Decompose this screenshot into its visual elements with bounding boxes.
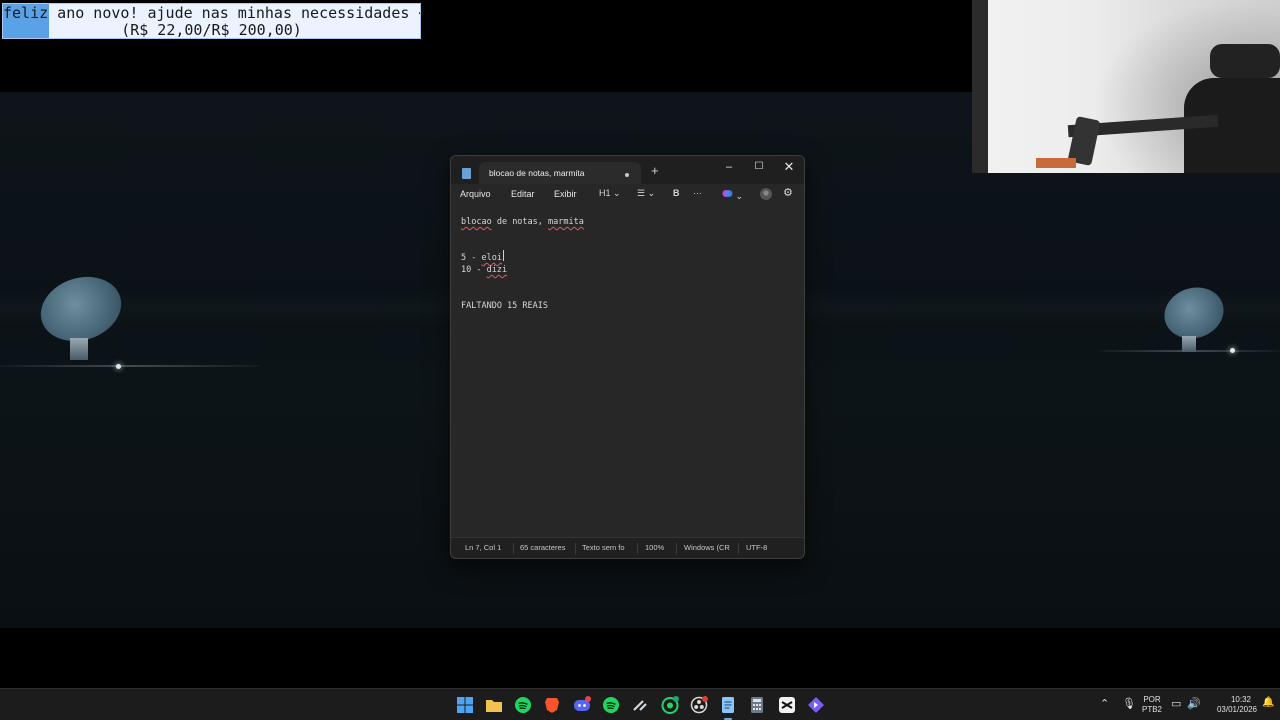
- editor-line-4: 5 - eloi: [461, 253, 502, 263]
- editor-line-1: blocao de notas, marmita: [461, 217, 584, 227]
- obs-icon[interactable]: [690, 696, 708, 714]
- keyboard-layout: PTB2: [1141, 705, 1162, 714]
- microphone-icon[interactable]: 🎙: [1122, 697, 1136, 710]
- clock[interactable]: 10:32 03/01/2026: [1205, 695, 1257, 715]
- status-bar: Ln 7, Col 1 65 caracteres Texto sem fo 1…: [451, 537, 804, 558]
- file-explorer-icon[interactable]: [485, 696, 503, 714]
- spotify-icon-2[interactable]: [602, 696, 620, 714]
- menu-edit[interactable]: Editar: [511, 189, 535, 199]
- notepad-icon[interactable]: [719, 696, 737, 714]
- status-position[interactable]: Ln 7, Col 1: [465, 543, 501, 552]
- chevron-down-icon: ⌄: [613, 188, 621, 198]
- editor-line-8: FALTANDO 15 REAIS: [461, 301, 548, 311]
- list-icon: ☰: [637, 188, 646, 198]
- status-zoom[interactable]: 100%: [645, 543, 664, 552]
- status-char-count: 65 caracteres: [520, 543, 566, 552]
- account-avatar[interactable]: [760, 188, 772, 202]
- menu-file[interactable]: Arquivo: [460, 189, 491, 199]
- taskbar: ⌃ 🎙 POR PTB2 ▭ 🔊 10:32 03/01/2026 🔔: [0, 688, 1280, 720]
- avatar-icon: [760, 188, 772, 200]
- status-encoding[interactable]: UTF-8: [746, 543, 767, 552]
- settings-gear-icon[interactable]: ⚙: [783, 186, 793, 199]
- volume-icon[interactable]: 🔊: [1187, 697, 1201, 710]
- status-format[interactable]: Texto sem fo: [582, 543, 625, 552]
- bold-button[interactable]: B: [673, 188, 680, 198]
- desktop: feliz ano novo! ajude nas minhas necessi…: [0, 0, 1280, 720]
- list-dropdown[interactable]: ☰ ⌄: [637, 188, 655, 199]
- brave-browser-icon[interactable]: [543, 696, 561, 714]
- more-options-button[interactable]: ···: [693, 188, 702, 198]
- calculator-icon[interactable]: [748, 696, 766, 714]
- text-editor[interactable]: blocao de notas, marmita 5 - eloi 10 - d…: [451, 208, 804, 533]
- capcut-icon[interactable]: [778, 696, 796, 714]
- notification-bell-icon[interactable]: 🔔: [1262, 697, 1274, 708]
- chevron-down-icon: ⌄: [647, 188, 656, 198]
- new-tab-button[interactable]: +: [651, 164, 659, 178]
- unsaved-dot-icon[interactable]: [625, 173, 629, 177]
- donation-goal-banner: feliz ano novo! ajude nas minhas necessi…: [2, 3, 421, 39]
- chevron-up-icon[interactable]: ⌃: [1100, 697, 1109, 710]
- tab-title: blocao de notas, marmita: [489, 168, 585, 178]
- close-button[interactable]: ✕: [774, 159, 804, 179]
- radio-dish-left: [32, 266, 130, 369]
- spotify-icon[interactable]: [514, 696, 532, 714]
- menu-view[interactable]: Exibir: [554, 189, 577, 199]
- text-cursor: [503, 250, 504, 261]
- donation-message: feliz ano novo! ajude nas minhas necessi…: [3, 4, 421, 22]
- radio-dish-right: [1157, 279, 1240, 358]
- clock-time: 10:32: [1230, 695, 1251, 704]
- webcam-feed: [972, 0, 1280, 173]
- language-indicator[interactable]: POR PTB2: [1140, 695, 1164, 715]
- heading-dropdown[interactable]: H1 ⌄: [599, 188, 621, 199]
- minimize-button[interactable]: –: [714, 159, 744, 179]
- copilot-icon: [722, 190, 733, 197]
- network-icon[interactable]: ▭: [1171, 697, 1181, 710]
- copilot-dropdown[interactable]: ⌄: [722, 188, 743, 202]
- notepad-app-icon: [462, 168, 471, 179]
- notepad-window: blocao de notas, marmita + – ☐ ✕ Arquivo…: [450, 155, 805, 559]
- clock-date: 03/01/2026: [1216, 705, 1257, 714]
- heading-label: H1: [599, 188, 611, 198]
- menu-bar: Arquivo Editar Exibir H1 ⌄ ☰ ⌄ B ··· ⌄ ⚙: [451, 184, 804, 206]
- whatsapp-icon[interactable]: [661, 696, 679, 714]
- steam-icon[interactable]: [631, 696, 649, 714]
- app-icon[interactable]: [807, 696, 825, 714]
- windows-start-icon[interactable]: [456, 696, 474, 714]
- maximize-button[interactable]: ☐: [744, 159, 774, 179]
- status-line-ending[interactable]: Windows (CR: [684, 543, 730, 552]
- chevron-down-icon: ⌄: [735, 191, 744, 201]
- language-code: POR: [1143, 695, 1161, 704]
- editor-line-5: 10 - dizi: [461, 265, 508, 275]
- discord-icon[interactable]: [573, 696, 591, 714]
- donation-amount: (R$ 22,00/R$ 200,00): [121, 21, 302, 39]
